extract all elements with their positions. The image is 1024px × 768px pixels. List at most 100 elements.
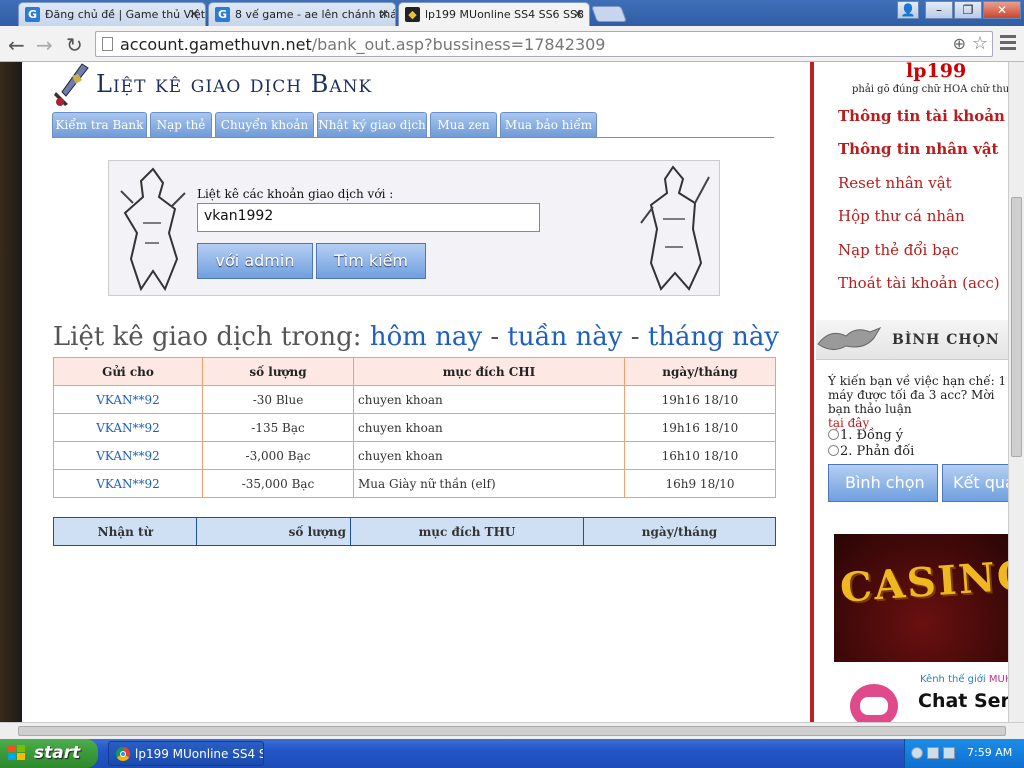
period-prefix: Liệt kê giao dịch trong: — [52, 322, 362, 352]
period-today-link[interactable]: hôm nay — [370, 322, 482, 352]
period-separator: - — [490, 322, 500, 352]
link-mailbox[interactable]: Hộp thư cá nhân — [838, 207, 965, 225]
radio-icon[interactable] — [828, 445, 839, 456]
page-title: Liệt kê giao dịch Bank — [96, 70, 373, 98]
close-tab-icon[interactable]: ✕ — [573, 7, 583, 21]
purpose-cell: chuyen khoan — [353, 413, 625, 442]
taskbar-item-label: lp199 MUonline SS4 S... — [135, 747, 264, 761]
table-header-row: Nhận từ số lượng mục đích THU ngày/tháng — [53, 517, 776, 546]
restore-button[interactable]: ❐ — [954, 1, 982, 19]
browser-tab-3-active[interactable]: ◆ lp199 MUonline SS4 SS6 SS8 ✕ — [398, 2, 590, 26]
taskbar-chrome-window[interactable]: lp199 MUonline SS4 S... — [108, 741, 264, 766]
incoming-transactions-table: Nhận từ số lượng mục đích THU ngày/tháng — [53, 517, 776, 546]
recipient-link[interactable]: VKAN**92 — [53, 441, 203, 470]
date-cell: 19h16 18/10 — [624, 413, 776, 442]
browser-tab-label: 8 vế game - ae lên chánh thá — [235, 8, 396, 21]
amount-cell: -30 Blue — [202, 385, 354, 414]
address-bar[interactable]: account.gamethuvn.net/bank_out.asp?bussi… — [95, 31, 993, 57]
start-button[interactable]: start — [0, 739, 98, 768]
browser-tab-label: lp199 MUonline SS4 SS6 SS8 — [425, 8, 585, 21]
tab-chuyen-khoan[interactable]: Chuyển khoản — [215, 112, 314, 138]
casino-ad-banner[interactable]: CASINO — [834, 534, 1012, 662]
start-label: start — [34, 743, 81, 763]
forward-arrow-icon[interactable]: → — [36, 33, 53, 57]
date-cell: 16h9 18/10 — [624, 469, 776, 498]
new-tab-button[interactable] — [591, 6, 627, 22]
tab-nap-the[interactable]: Nạp thẻ — [150, 112, 212, 138]
clock[interactable]: 7:59 AM — [967, 746, 1012, 759]
user-icon[interactable]: 👤 — [897, 1, 919, 19]
vote-heading: BÌNH CHỌN — [892, 332, 1000, 348]
bookmark-star-icon[interactable]: ☆ — [972, 33, 988, 54]
zoom-icon[interactable]: ⊕ — [953, 34, 966, 53]
chrome-menu-icon[interactable] — [1000, 35, 1016, 53]
outgoing-transactions-table: Gửi cho số lượng mục đích CHI ngày/tháng… — [53, 357, 776, 498]
period-week-link[interactable]: tuần này — [507, 322, 622, 352]
url-path: /bank_out.asp?bussiness=17842309 — [311, 35, 606, 54]
with-admin-button[interactable]: với admin — [197, 243, 313, 279]
vote-question-text: Ý kiến bạn về việc hạn chế: 1 máy được t… — [828, 374, 1007, 416]
recipient-link[interactable]: VKAN**92 — [53, 385, 203, 414]
vote-question: Ý kiến bạn về việc hạn chế: 1 máy được t… — [828, 374, 1010, 430]
vote-option-disagree[interactable]: 2. Phản đối — [828, 444, 914, 459]
browser-tab-1[interactable]: G Đăng chủ đề | Game thủ Việt ✕ — [18, 2, 206, 26]
tray-network-icon[interactable] — [927, 747, 939, 759]
chat-server-ad-banner[interactable]: Kênh thế giới MUH Chat Server — [834, 670, 1012, 722]
link-reset-character[interactable]: Reset nhân vật — [838, 174, 952, 192]
windows-logo-icon — [8, 745, 26, 761]
page-tabs: Kiểm tra Bank Nạp thẻ Chuyển khoản Nhật … — [52, 112, 774, 138]
tab-kiem-tra-bank[interactable]: Kiểm tra Bank — [52, 112, 147, 138]
warrior-illustration-icon — [640, 165, 710, 291]
period-separator: - — [630, 322, 640, 352]
page-icon — [102, 37, 113, 51]
vote-option-agree[interactable]: 1. Đồng ý — [828, 428, 903, 443]
reload-icon[interactable]: ↻ — [66, 33, 83, 57]
username: lp199 — [906, 62, 967, 82]
col-header-date: ngày/tháng — [583, 517, 776, 546]
recipient-link[interactable]: VKAN**92 — [53, 413, 203, 442]
browser-tab-2[interactable]: G 8 vế game - ae lên chánh thá ✕ — [208, 2, 396, 26]
chat-ad-title: Chat Server — [918, 690, 1012, 712]
url-domain: account.gamethuvn.net — [120, 35, 312, 54]
tray-volume-icon[interactable] — [943, 747, 955, 759]
browser-tab-strip: G Đăng chủ đề | Game thủ Việt ✕ G 8 vế g… — [0, 0, 1024, 26]
vertical-scrollbar[interactable] — [1008, 62, 1024, 722]
col-header-purpose: mục đích THU — [350, 517, 584, 546]
account-sidebar: lp199 phải gõ đúng chữ HOA chữ thường Th… — [810, 62, 1024, 722]
search-input[interactable]: vkan1992 — [197, 203, 540, 232]
period-month-link[interactable]: tháng này — [648, 322, 779, 352]
vote-option-label: 1. Đồng ý — [840, 428, 904, 443]
background-art — [0, 62, 22, 722]
link-top-up[interactable]: Nạp thẻ đổi bạc — [838, 241, 959, 259]
mu-favicon-icon: ◆ — [405, 7, 420, 22]
tray-arrow-icon[interactable] — [911, 747, 923, 759]
close-window-button[interactable]: ✕ — [983, 1, 1021, 19]
period-selector: Liệt kê giao dịch trong: hôm nay - tuần … — [22, 322, 810, 352]
recipient-link[interactable]: VKAN**92 — [53, 469, 203, 498]
vote-button[interactable]: Bình chọn — [828, 464, 938, 502]
link-logout[interactable]: Thoát tài khoản (acc) — [838, 274, 1000, 292]
vote-header: BÌNH CHỌN — [816, 320, 1012, 360]
minimize-button[interactable]: – — [925, 1, 953, 19]
page-viewport: Liệt kê giao dịch Bank Kiểm tra Bank Nạp… — [0, 62, 1024, 722]
chrome-icon — [116, 747, 130, 761]
close-tab-icon[interactable]: ✕ — [189, 7, 199, 21]
tab-mua-zen[interactable]: Mua zen — [430, 112, 497, 138]
tab-nhat-ky-giao-dich[interactable]: Nhật ký giao dịch — [317, 112, 427, 138]
purpose-cell: chuyen khoan — [353, 441, 625, 470]
tab-mua-bao-hiem[interactable]: Mua bảo hiểm — [500, 112, 597, 138]
col-header-amount: số lượng — [202, 357, 354, 386]
link-character-info[interactable]: Thông tin nhân vật — [838, 140, 998, 158]
amount-cell: -135 Bạc — [202, 413, 354, 442]
results-button[interactable]: Kết quả — [942, 464, 1012, 502]
radio-icon[interactable] — [828, 429, 839, 440]
gamethuvn-favicon-icon: G — [25, 7, 40, 22]
table-row: VKAN**92 -3,000 Bạc chuyen khoan 16h10 1… — [53, 441, 776, 470]
link-account-info[interactable]: Thông tin tài khoản — [838, 107, 1005, 125]
back-arrow-icon[interactable]: ← — [8, 33, 25, 57]
horizontal-scrollbar[interactable] — [0, 722, 1024, 739]
table-header-row: Gửi cho số lượng mục đích CHI ngày/tháng — [53, 357, 776, 386]
sword-logo-icon — [54, 63, 89, 106]
search-button[interactable]: Tìm kiếm — [316, 243, 426, 279]
close-tab-icon[interactable]: ✕ — [379, 7, 389, 21]
